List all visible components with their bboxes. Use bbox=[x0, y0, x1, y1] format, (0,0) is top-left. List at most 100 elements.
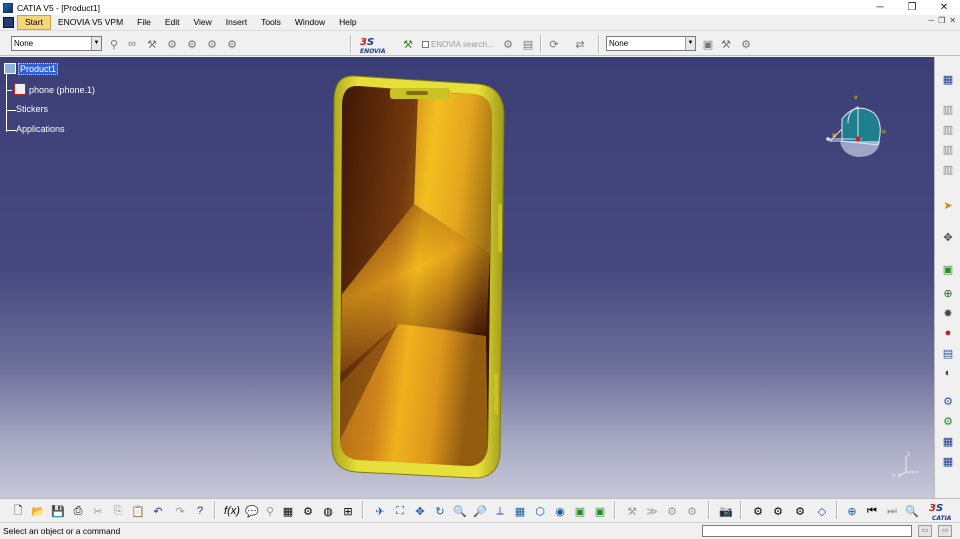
tree-item-stickers-label[interactable]: Stickers bbox=[16, 104, 48, 114]
menu-window[interactable]: Window bbox=[288, 16, 332, 29]
doc-minimize-button[interactable]: ─ bbox=[928, 16, 934, 25]
tree-tool-icon[interactable]: ▥ bbox=[940, 121, 956, 137]
distance-icon[interactable]: ◐ bbox=[940, 365, 956, 381]
undo-icon[interactable]: ↶ bbox=[150, 503, 166, 519]
formula-icon[interactable]: f(x) bbox=[224, 503, 240, 519]
tool-multi-icon[interactable]: ⚙ bbox=[184, 36, 200, 52]
tree-item-phone[interactable]: phone (phone.1) bbox=[14, 83, 95, 95]
menu-view[interactable]: View bbox=[187, 16, 219, 29]
erase-icon[interactable]: ◇ bbox=[814, 503, 830, 519]
menu-insert[interactable]: Insert bbox=[219, 16, 254, 29]
paste-icon[interactable]: 📋 bbox=[130, 503, 146, 519]
command-clear-button[interactable]: ▭ bbox=[918, 525, 932, 537]
tree-tool-icon[interactable]: ▥ bbox=[940, 141, 956, 157]
enovia-refresh-icon[interactable]: ⟳ bbox=[546, 36, 562, 52]
catalog-icon[interactable]: ▦ bbox=[940, 433, 956, 449]
enovia-tool-icon[interactable]: ⚒ bbox=[400, 36, 416, 52]
command-input[interactable] bbox=[702, 525, 912, 537]
explode-icon[interactable]: ✸ bbox=[940, 305, 956, 321]
pin-icon[interactable]: ⚲ bbox=[106, 36, 122, 52]
tree-item-applications-label[interactable]: Applications bbox=[16, 124, 65, 134]
enovia-doc-icon[interactable]: ▤ bbox=[520, 36, 536, 52]
snap-icon[interactable]: ⊕ bbox=[940, 285, 956, 301]
menu-edit[interactable]: Edit bbox=[158, 16, 187, 29]
move-tool-icon[interactable]: ✥ bbox=[940, 229, 956, 245]
tool-chain-icon[interactable]: ⚙ bbox=[164, 36, 180, 52]
restore-button[interactable]: ❐ bbox=[896, 0, 928, 15]
bill-of-material-icon[interactable]: ▦ bbox=[940, 453, 956, 469]
filter-tool-icon[interactable]: ⚒ bbox=[718, 36, 734, 52]
constraint-icon[interactable]: ▣ bbox=[940, 261, 956, 277]
pan-icon[interactable]: ✥ bbox=[412, 503, 428, 519]
new-file-icon[interactable]: 🗋 bbox=[10, 503, 26, 519]
catalog-browser-icon[interactable]: ⚙ bbox=[300, 503, 316, 519]
doc-restore-button[interactable]: ❐ bbox=[938, 16, 945, 25]
enovia-logo-icon[interactable]: 3 S ENOVIA bbox=[358, 33, 394, 55]
workbench-tool-icon[interactable]: ⚙ bbox=[684, 503, 700, 519]
menu-start[interactable]: Start bbox=[17, 15, 51, 30]
knowledge-icon[interactable]: ⊞ bbox=[340, 503, 356, 519]
workbench-tool-icon[interactable]: ≫ bbox=[644, 503, 660, 519]
fit-all-icon[interactable]: ⛶ bbox=[392, 503, 408, 519]
doc-close-button[interactable]: ✕ bbox=[949, 16, 956, 25]
tree-item-root[interactable]: Product1 bbox=[4, 63, 59, 75]
menu-enovia-vpm[interactable]: ENOVIA V5 VPM bbox=[51, 16, 130, 29]
filter-combo-left[interactable]: None ▼ bbox=[11, 36, 102, 51]
target-icon[interactable]: ⊕ bbox=[844, 503, 860, 519]
workbench-tool-icon[interactable]: ⚒ bbox=[624, 503, 640, 519]
command-history-button[interactable]: ▭ bbox=[938, 525, 952, 537]
measure-icon[interactable]: ⚙ bbox=[940, 393, 956, 409]
select-arrow-icon[interactable]: ➤ bbox=[940, 197, 956, 213]
comment-icon[interactable]: 💬 bbox=[244, 503, 260, 519]
tool-link-icon[interactable]: ⚒ bbox=[144, 36, 160, 52]
table-icon[interactable]: ▦ bbox=[280, 503, 296, 519]
fly-mode-icon[interactable]: ✈ bbox=[372, 503, 388, 519]
tree-tool-icon[interactable]: ▥ bbox=[940, 161, 956, 177]
normal-view-icon[interactable]: ⟂ bbox=[492, 503, 508, 519]
product-tool-icon[interactable]: ⚙ bbox=[792, 503, 808, 519]
multi-view-icon[interactable]: ▦ bbox=[512, 503, 528, 519]
forward-icon[interactable]: ⏭ bbox=[884, 503, 900, 519]
3d-viewport[interactable]: v u w z x y bbox=[0, 57, 934, 498]
compass-widget[interactable]: v u w bbox=[822, 93, 892, 163]
shading-icon[interactable]: ◉ bbox=[552, 503, 568, 519]
catia-logo-icon[interactable]: 3 S CATIA bbox=[926, 500, 956, 522]
cut-icon[interactable]: ✂ bbox=[90, 503, 106, 519]
analyze-icon[interactable]: ⚙ bbox=[940, 413, 956, 429]
rotate-icon[interactable]: ↻ bbox=[432, 503, 448, 519]
redo-icon[interactable]: ↷ bbox=[172, 503, 188, 519]
tree-item-stickers[interactable]: Stickers bbox=[16, 104, 48, 114]
update-icon[interactable]: ⚙ bbox=[750, 503, 766, 519]
rewind-icon[interactable]: ⏮ bbox=[864, 503, 880, 519]
chevron-down-icon[interactable]: ▼ bbox=[685, 37, 695, 50]
open-folder-icon[interactable]: 📂 bbox=[30, 503, 46, 519]
copy-icon[interactable]: ⎘ bbox=[110, 503, 126, 519]
menu-help[interactable]: Help bbox=[332, 16, 363, 29]
enovia-search-toggle[interactable]: ENOVIA search... bbox=[422, 40, 494, 49]
clash-icon[interactable]: ● bbox=[940, 325, 956, 341]
tool-gear-icon[interactable]: ⚙ bbox=[204, 36, 220, 52]
phone-3d-model[interactable] bbox=[328, 74, 510, 484]
document-menu-icon[interactable] bbox=[3, 17, 14, 28]
swap-visible-icon[interactable]: ▣ bbox=[592, 503, 608, 519]
sticker-icon[interactable]: ⚲ bbox=[262, 503, 278, 519]
material-icon[interactable]: ◍ bbox=[320, 503, 336, 519]
tree-tool-icon[interactable]: ▥ bbox=[940, 101, 956, 117]
whats-this-icon[interactable]: ? bbox=[192, 503, 208, 519]
hide-show-icon[interactable]: ▣ bbox=[572, 503, 588, 519]
enovia-options-icon[interactable]: ⚙ bbox=[500, 36, 516, 52]
workbench-tool-icon[interactable]: ⚙ bbox=[664, 503, 680, 519]
tree-item-applications[interactable]: Applications bbox=[16, 124, 65, 134]
minimize-button[interactable]: ─ bbox=[864, 0, 896, 15]
zoom-in-icon[interactable]: 🔍 bbox=[452, 503, 468, 519]
tree-root-label[interactable]: Product1 bbox=[18, 63, 59, 75]
zoom-out-icon[interactable]: 🔎 bbox=[472, 503, 488, 519]
filter-apply-icon[interactable]: ▣ bbox=[700, 36, 716, 52]
save-icon[interactable]: 💾 bbox=[50, 503, 66, 519]
enovia-sync-icon[interactable]: ⇄ bbox=[572, 36, 588, 52]
filter-settings-icon[interactable]: ⚙ bbox=[738, 36, 754, 52]
section-icon[interactable]: ▤ bbox=[940, 345, 956, 361]
search-icon[interactable]: 🔍 bbox=[904, 503, 920, 519]
glasses-icon[interactable]: ∞ bbox=[124, 36, 140, 52]
enovia-search-checkbox[interactable] bbox=[422, 41, 429, 48]
